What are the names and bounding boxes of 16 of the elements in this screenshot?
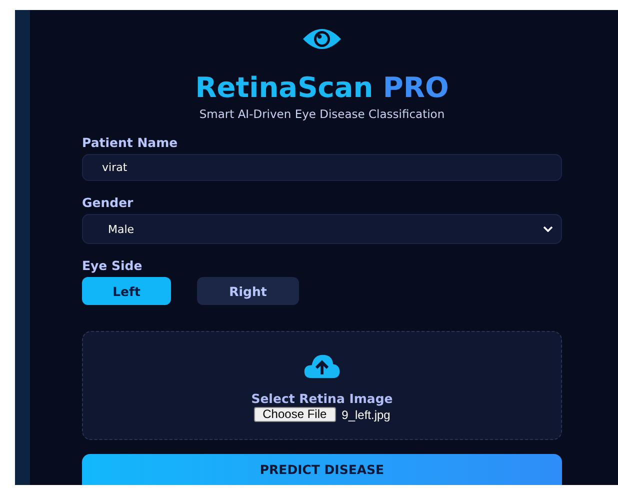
upload-area[interactable]: Select Retina Image Choose File 9_left.jpg (82, 331, 562, 440)
cloud-upload-icon (303, 353, 341, 379)
gender-dropdown[interactable]: Male (82, 214, 562, 244)
field-label: Gender (82, 195, 134, 210)
chevron-down-icon (543, 226, 553, 232)
app-subtitle: Smart AI-Driven Eye Disease Classification (199, 107, 445, 121)
eye-side-button[interactable]: Right (197, 277, 299, 305)
patient-name-field[interactable]: virat (82, 154, 562, 181)
predict-button[interactable]: PREDICT DISEASE (82, 454, 562, 485)
field-label: Patient Name (82, 135, 179, 150)
eye-side-button[interactable]: Left (82, 277, 171, 305)
app-title: RetinaScan PRO (195, 71, 449, 105)
field-label: Eye Side (82, 258, 144, 273)
file-name: 9_left.jpg (342, 408, 390, 422)
choose-file-button[interactable]: Choose File (254, 407, 336, 422)
upload-label: Select Retina Image (251, 391, 393, 406)
